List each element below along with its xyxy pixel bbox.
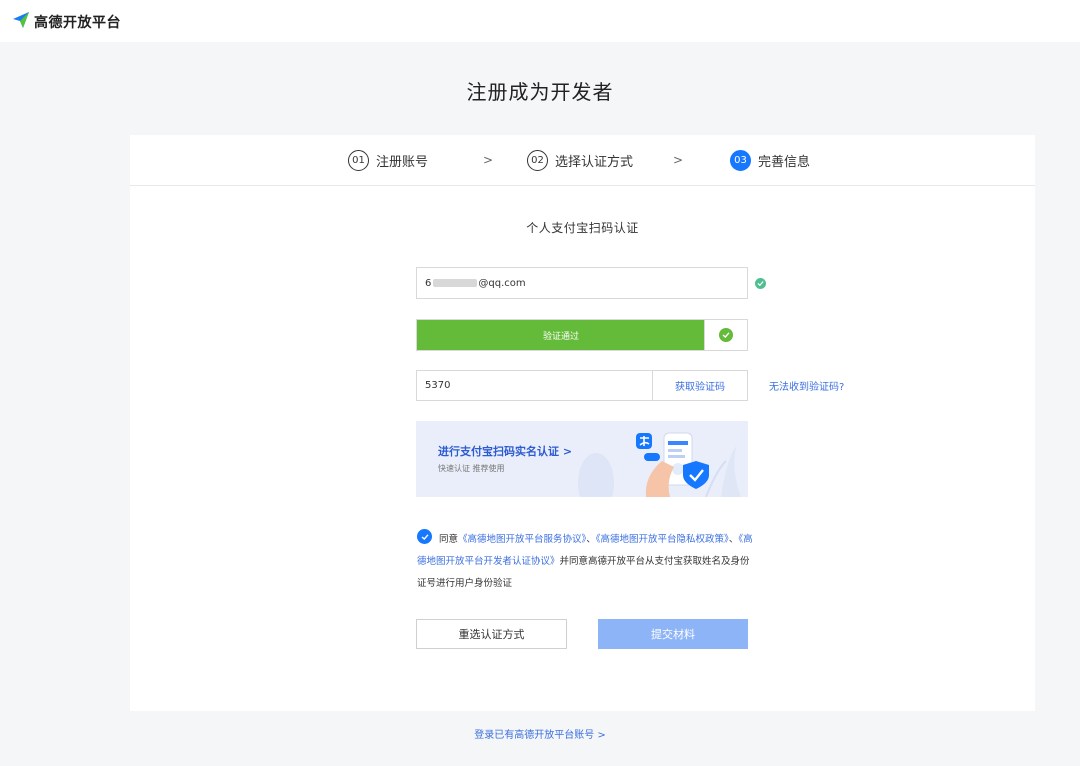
verification-code-group: 5370 获取验证码 [416,370,748,401]
step-2-number: 02 [527,150,548,171]
email-prefix: 6 [425,277,432,289]
service-agreement-link[interactable]: 《高德地图开放平台服务协议》 [458,534,586,545]
agreement-separator: 、 [586,534,596,545]
logo-icon [12,11,30,33]
email-field[interactable]: 6 @qq.com [416,267,748,299]
step-1-number: 01 [348,150,369,171]
check-icon [719,328,733,342]
banner-subtitle: 快速认证 推荐使用 [438,464,505,473]
agreement-prefix: 同意 [439,534,459,545]
step-2: 02 选择认证方式 [527,150,633,171]
email-redacted [433,279,478,287]
banner-illustration [578,432,741,497]
verification-code-input[interactable]: 5370 [417,371,653,400]
privacy-policy-link[interactable]: 《高德地图开放平台隐私权政策》 [596,534,729,545]
agreement-text: 同意《高德地图开放平台服务协议》、《高德地图开放平台隐私权政策》、《高德地图开放… [417,529,757,595]
email-suffix: @qq.com [478,277,526,289]
step-3: 03 完善信息 [730,150,810,171]
banner-title: 进行支付宝扫码实名认证 > [438,445,573,458]
step-separator: > [483,153,494,167]
reselect-auth-method-button[interactable]: 重选认证方式 [416,619,567,649]
check-circle-icon [755,278,766,289]
page-title: 注册成为开发者 [466,80,614,104]
form-title: 个人支付宝扫码认证 [526,221,639,235]
agreement-separator: 、 [728,534,739,545]
step-1: 01 注册账号 [348,150,428,171]
alipay-auth-banner[interactable]: 进行支付宝扫码实名认证 > 快速认证 推荐使用 [416,421,748,497]
step-2-label: 选择认证方式 [555,155,634,170]
top-bar: 高德开放平台 [0,0,1080,42]
step-3-label: 完善信息 [758,155,811,170]
step-indicator: 01 注册账号 > 02 选择认证方式 > 03 完善信息 [130,135,1035,186]
slider-progress: 验证通过 [417,320,705,350]
logo-text: 高德开放平台 [34,15,121,31]
step-1-label: 注册账号 [376,155,429,170]
slider-label: 验证通过 [542,331,579,342]
registration-card: 01 注册账号 > 02 选择认证方式 > 03 完善信息 个人支付宝扫码认证 … [130,135,1035,711]
step-3-number: 03 [730,150,751,171]
slider-captcha[interactable]: 验证通过 [416,319,748,351]
submit-button[interactable]: 提交材料 [598,619,748,649]
logo[interactable]: 高德开放平台 [12,11,121,33]
step-separator: > [673,153,684,167]
slider-handle[interactable] [704,320,747,350]
get-code-button[interactable]: 获取验证码 [652,371,747,400]
login-existing-account-link[interactable]: 登录已有高德开放平台账号 > [0,726,1080,741]
no-code-link[interactable]: 无法收到验证码? [769,378,844,393]
